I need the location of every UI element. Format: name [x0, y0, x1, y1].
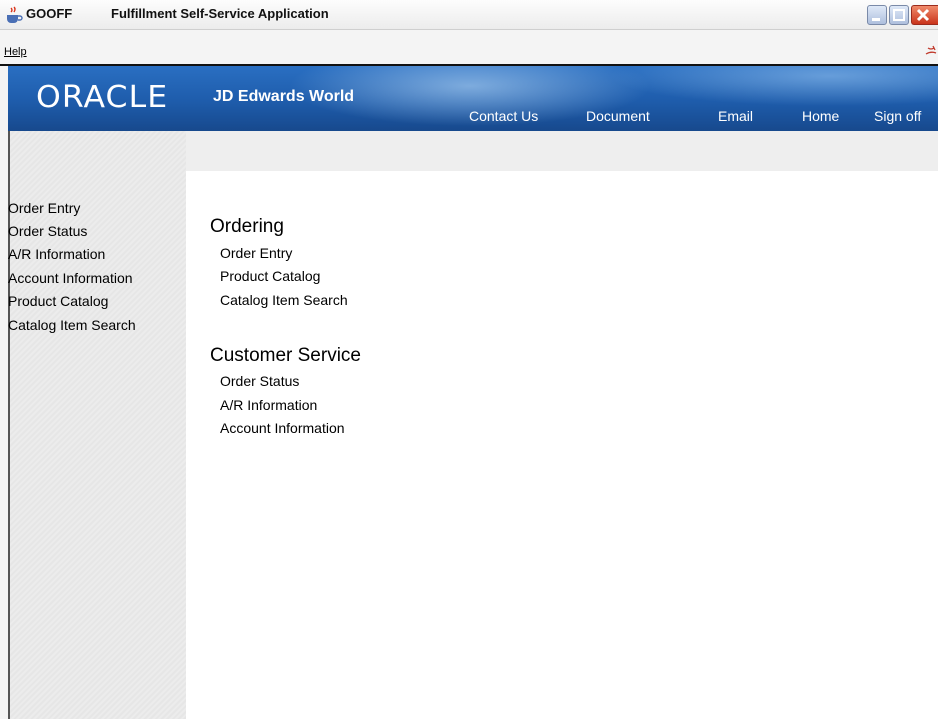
close-icon: [916, 8, 930, 22]
minimize-button[interactable]: [867, 5, 887, 25]
java-logo-icon: [925, 45, 937, 55]
nav-contact-us[interactable]: Contact Us: [469, 108, 538, 124]
sidebar-item-ar-information[interactable]: A/R Information: [8, 246, 105, 262]
nav-document[interactable]: Document: [586, 108, 650, 124]
link-product-catalog[interactable]: Product Catalog: [220, 268, 320, 284]
sidebar-item-product-catalog[interactable]: Product Catalog: [8, 293, 108, 309]
nav-sign-off[interactable]: Sign off: [874, 108, 921, 124]
section-title-customer-service: Customer Service: [210, 345, 361, 366]
sidebar: [8, 131, 186, 719]
link-order-entry[interactable]: Order Entry: [220, 245, 292, 261]
sidebar-item-order-status[interactable]: Order Status: [8, 223, 87, 239]
window-frame: [0, 66, 8, 719]
sidebar-item-account-information[interactable]: Account Information: [8, 270, 133, 286]
section-title-ordering: Ordering: [210, 216, 284, 237]
maximize-button[interactable]: [889, 5, 909, 25]
link-ar-information[interactable]: A/R Information: [220, 397, 317, 413]
header-spacer: [186, 131, 938, 171]
nav-email[interactable]: Email: [718, 108, 753, 124]
oracle-logo: ORACLE: [36, 80, 169, 115]
link-catalog-item-search[interactable]: Catalog Item Search: [220, 292, 348, 308]
link-order-status[interactable]: Order Status: [220, 373, 299, 389]
product-name: JD Edwards World: [213, 88, 355, 105]
link-account-information[interactable]: Account Information: [220, 420, 345, 436]
java-cup-icon: [7, 6, 23, 23]
sidebar-item-catalog-item-search[interactable]: Catalog Item Search: [8, 317, 136, 333]
main-content: [186, 171, 938, 719]
window-title: Fulfillment Self-Service Application: [111, 6, 329, 21]
window-app-name: GOOFF: [26, 6, 73, 21]
menu-bar: [0, 41, 938, 63]
minimize-icon: [872, 18, 880, 21]
sidebar-item-order-entry[interactable]: Order Entry: [8, 200, 80, 216]
close-button[interactable]: [911, 5, 938, 25]
window-title-bar[interactable]: GOOFF Fulfillment Self-Service Applicati…: [0, 0, 938, 30]
menu-help[interactable]: Help: [4, 46, 27, 58]
maximize-icon: [893, 9, 905, 21]
nav-home[interactable]: Home: [802, 108, 839, 124]
